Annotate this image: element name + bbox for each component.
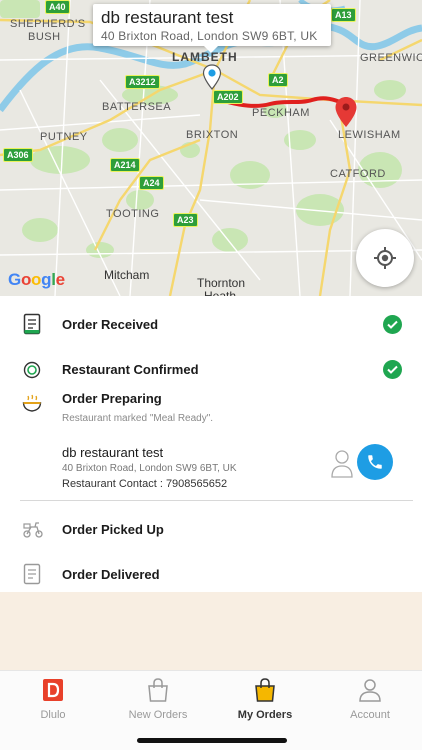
step-order-received: Order Received: [62, 317, 159, 332]
dlulo-logo-icon: [43, 679, 63, 701]
step-order-preparing: Order Preparing: [62, 391, 162, 406]
callout-title: db restaurant test: [101, 8, 234, 27]
tab-dlulo[interactable]: Dlulo: [3, 677, 103, 721]
shopping-bag-icon: [148, 678, 168, 702]
restaurant-location-pin-icon[interactable]: [202, 64, 222, 90]
home-indicator: [137, 738, 287, 743]
cooking-bowl-icon: [22, 394, 42, 412]
tab-new-orders-label: New Orders: [128, 709, 188, 721]
road-badge-a3212: A3212: [125, 75, 160, 89]
my-location-button[interactable]: [356, 229, 414, 287]
road-badge-a40: A40: [45, 0, 70, 14]
restaurant-address: 40 Brixton Road, London SW9 6BT, UK: [62, 463, 237, 474]
tab-new-orders[interactable]: New Orders: [108, 677, 208, 721]
scooter-icon: [23, 522, 43, 538]
shopping-bag-filled-icon: [255, 678, 275, 702]
road-badge-a13: A13: [331, 8, 356, 22]
receipt-icon: [23, 313, 41, 335]
person-outline-icon: [331, 450, 353, 478]
map-label-greenwich: GREENWICH: [360, 52, 422, 64]
map-view[interactable]: SHEPHERD'S BUSH LAMBETH GREENWICH BATTER…: [0, 0, 422, 296]
preparing-status-note: Restaurant marked "Meal Ready".: [62, 413, 214, 424]
step-order-delivered: Order Delivered: [62, 567, 160, 582]
road-badge-a202: A202: [213, 90, 243, 104]
tab-account[interactable]: Account: [320, 677, 420, 721]
empty-panel: [0, 592, 422, 670]
tab-account-label: Account: [350, 709, 390, 721]
map-label-shepherds: SHEPHERD'S: [10, 18, 86, 30]
road-badge-a24: A24: [139, 176, 164, 190]
map-label-mitcham: Mitcham: [104, 268, 150, 282]
crosshair-icon: [374, 247, 396, 269]
road-badge-a306: A306: [3, 148, 33, 162]
map-label-battersea: BATTERSEA: [102, 101, 172, 113]
order-received-check-icon: [383, 315, 402, 334]
map-label-thornton: Thornton: [197, 276, 246, 290]
map-label-peckham: PECKHAM: [252, 107, 310, 119]
tab-dlulo-label: Dlulo: [40, 709, 66, 721]
plate-confirm-icon: [23, 361, 41, 379]
map-label-brixton: BRIXTON: [186, 129, 239, 141]
tab-my-orders[interactable]: My Orders: [215, 677, 315, 721]
restaurant-contact: Restaurant Contact : 7908565652: [62, 478, 228, 490]
map-label-bush: BUSH: [28, 31, 61, 43]
restaurant-name: db restaurant test: [62, 445, 164, 460]
road-badge-a2: A2: [268, 73, 288, 87]
delivered-receipt-icon: [23, 563, 41, 585]
map-label-heath: Heath: [204, 289, 237, 296]
restaurant-confirmed-check-icon: [383, 360, 402, 379]
call-restaurant-button[interactable]: [357, 444, 393, 480]
tab-my-orders-label: My Orders: [237, 709, 293, 721]
restaurant-map-callout[interactable]: db restaurant test 40 Brixton Road, Lond…: [93, 4, 331, 53]
map-label-lewisham: LEWISHAM: [338, 129, 401, 141]
road-badge-a23: A23: [173, 213, 198, 227]
person-icon: [359, 679, 381, 702]
destination-pin-icon[interactable]: [334, 96, 358, 128]
road-badge-a214: A214: [110, 158, 140, 172]
map-label-tooting: TOOTING: [106, 208, 160, 220]
step-restaurant-confirmed: Restaurant Confirmed: [62, 362, 199, 377]
section-divider: [20, 500, 413, 501]
map-label-catford: CATFORD: [330, 168, 386, 180]
map-label-putney: PUTNEY: [40, 131, 88, 143]
google-logo: Google: [8, 270, 65, 289]
step-order-picked-up: Order Picked Up: [62, 522, 164, 537]
callout-address: 40 Brixton Road, London SW9 6BT, UK: [101, 29, 318, 43]
phone-icon: [368, 455, 382, 469]
